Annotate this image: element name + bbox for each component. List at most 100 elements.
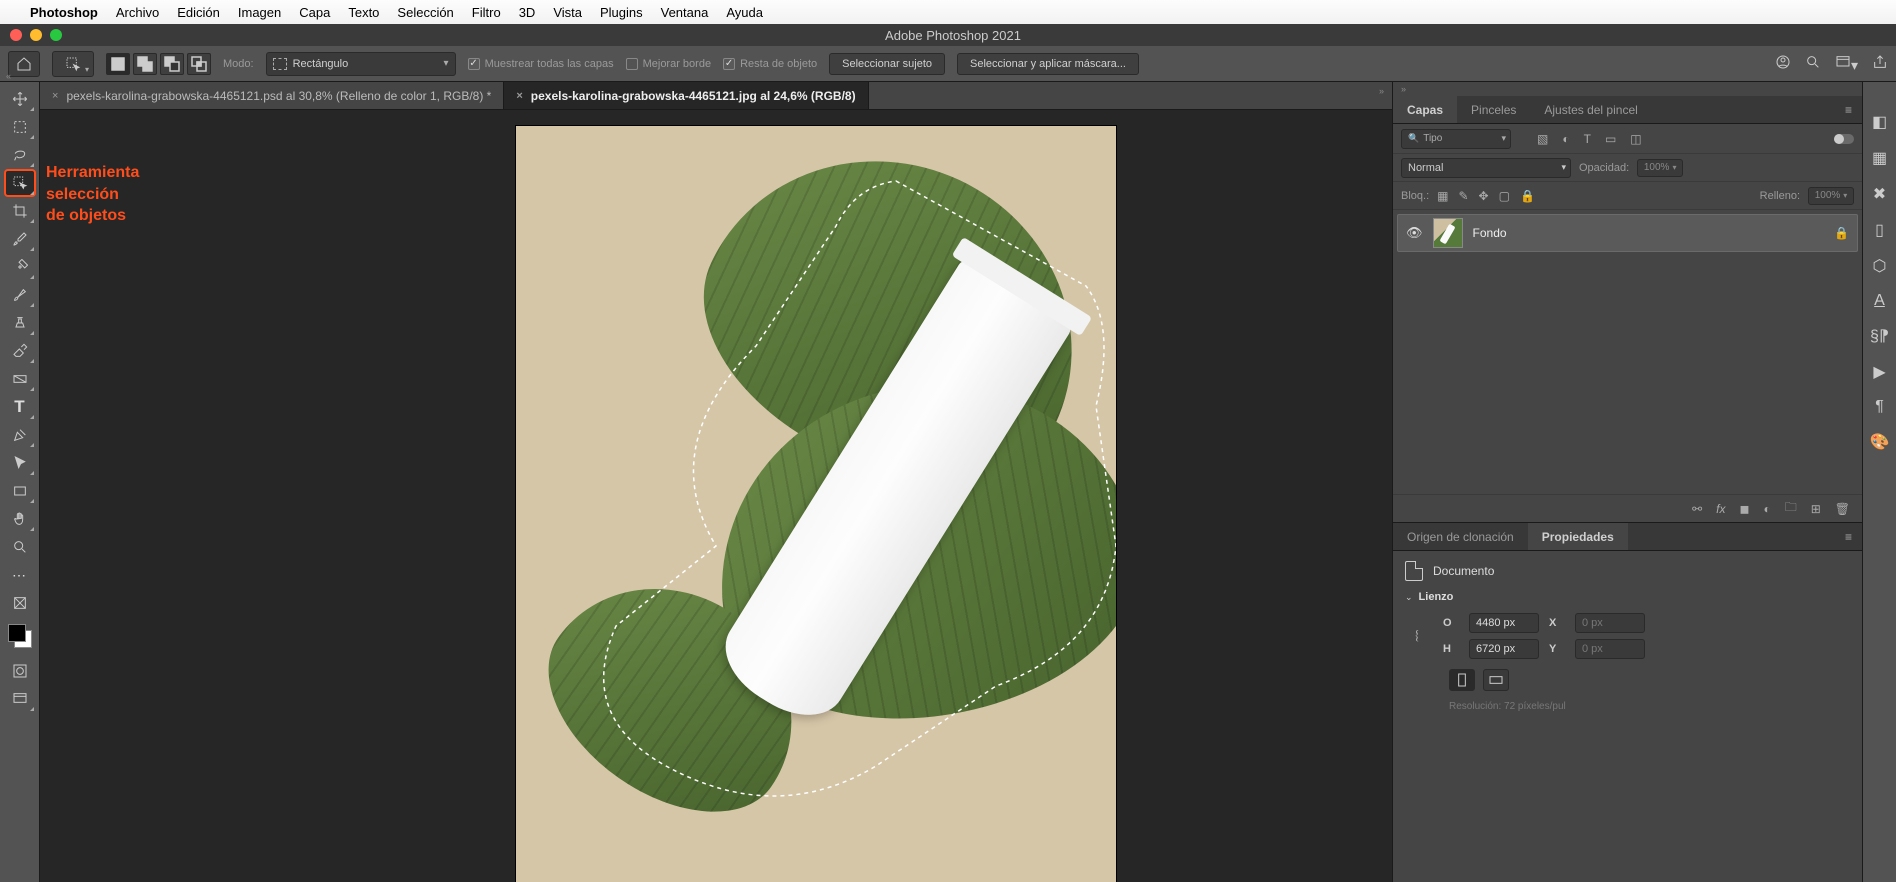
lock-brush-icon[interactable]: ✎	[1458, 189, 1468, 203]
fill-value-input[interactable]: 100%	[1808, 187, 1854, 205]
clone-stamp-tool[interactable]	[5, 310, 35, 336]
canvas-viewport[interactable]	[40, 110, 1392, 882]
libraries-panel-icon[interactable]: ▯	[1875, 220, 1884, 240]
swatches-panel-icon[interactable]: ▦	[1872, 148, 1887, 168]
menu-ayuda[interactable]: Ayuda	[726, 5, 763, 20]
paragraph2-panel-icon[interactable]: ¶	[1875, 398, 1884, 416]
tab-origen-clonacion[interactable]: Origen de clonación	[1393, 523, 1528, 550]
select-and-mask-button[interactable]: Seleccionar y aplicar máscara...	[957, 53, 1139, 75]
menu-seleccion[interactable]: Selección	[397, 5, 453, 20]
canvas-section-toggle[interactable]: ⌄ Lienzo	[1405, 591, 1850, 603]
search-icon[interactable]	[1805, 54, 1821, 73]
menu-3d[interactable]: 3D	[519, 5, 536, 20]
app-menu[interactable]: Photoshop	[30, 5, 98, 20]
selection-intersect-button[interactable]	[187, 53, 211, 75]
actions-panel-icon[interactable]: ▶	[1873, 362, 1885, 382]
color-panel-icon[interactable]: ◧	[1872, 112, 1887, 132]
menu-capa[interactable]: Capa	[299, 5, 330, 20]
delete-layer-icon[interactable]: 🗑	[1835, 502, 1850, 516]
link-layers-icon[interactable]: ⚯	[1692, 502, 1702, 516]
menu-ventana[interactable]: Ventana	[661, 5, 709, 20]
lock-artboard-icon[interactable]: ▢	[1499, 189, 1510, 203]
home-button[interactable]	[8, 51, 40, 77]
character-panel-icon[interactable]: A	[1874, 292, 1885, 310]
collapse-panels-icon[interactable]: »	[1393, 82, 1862, 96]
width-input[interactable]: 4480 px	[1469, 613, 1539, 633]
menu-imagen[interactable]: Imagen	[238, 5, 281, 20]
layer-filter-dropdown[interactable]: Tipo	[1401, 129, 1511, 149]
cloud-docs-icon[interactable]	[1775, 54, 1791, 73]
portrait-orientation-button[interactable]	[1449, 669, 1475, 691]
menu-edicion[interactable]: Edición	[177, 5, 220, 20]
move-tool[interactable]	[5, 86, 35, 112]
add-mask-icon[interactable]: ◼	[1739, 502, 1749, 516]
filter-toggle[interactable]	[1834, 134, 1854, 144]
selection-new-button[interactable]	[106, 53, 130, 75]
object-selection-tool[interactable]	[5, 170, 35, 196]
crop-tool[interactable]	[5, 198, 35, 224]
menu-plugins[interactable]: Plugins	[600, 5, 643, 20]
lock-all-icon[interactable]: 🔒	[1520, 189, 1535, 203]
menu-archivo[interactable]: Archivo	[116, 5, 159, 20]
blend-mode-dropdown[interactable]: Normal	[1401, 158, 1571, 178]
eyedropper-tool[interactable]	[5, 226, 35, 252]
edit-toolbar[interactable]: ⋯	[5, 562, 35, 588]
type-tool[interactable]: T	[5, 394, 35, 420]
select-subject-button[interactable]: Seleccionar sujeto	[829, 53, 945, 75]
filter-pixel-icon[interactable]: ▧	[1537, 132, 1548, 146]
enhance-edge-checkbox[interactable]: Mejorar borde	[626, 58, 711, 70]
mode-dropdown[interactable]: Rectángulo	[266, 52, 456, 76]
layer-lock-icon[interactable]: 🔒	[1834, 226, 1849, 240]
frame-tool[interactable]	[5, 590, 35, 616]
filter-smart-icon[interactable]: ◫	[1630, 132, 1641, 146]
paragraph-panel-icon[interactable]: §⁋	[1870, 326, 1889, 346]
close-window-button[interactable]	[10, 29, 22, 41]
new-adjustment-icon[interactable]: ◐	[1763, 502, 1770, 516]
lasso-tool[interactable]	[5, 142, 35, 168]
filter-shape-icon[interactable]: ▭	[1605, 132, 1616, 146]
tab-capas[interactable]: Capas	[1393, 96, 1457, 123]
tab-pinceles[interactable]: Pinceles	[1457, 96, 1530, 123]
filter-adjust-icon[interactable]: ◐	[1562, 132, 1569, 146]
rectangle-tool[interactable]	[5, 478, 35, 504]
close-tab-icon[interactable]: ×	[516, 90, 522, 102]
opacity-value-input[interactable]: 100%	[1637, 159, 1683, 177]
color-swatches[interactable]	[8, 624, 32, 648]
zoom-window-button[interactable]	[50, 29, 62, 41]
selection-subtract-button[interactable]	[160, 53, 184, 75]
object-subtract-checkbox[interactable]: ✓Resta de objeto	[723, 58, 817, 70]
canvas[interactable]	[516, 126, 1116, 882]
hand-tool[interactable]	[5, 506, 35, 532]
minimize-window-button[interactable]	[30, 29, 42, 41]
layer-row[interactable]: 👁 Fondo 🔒	[1397, 214, 1858, 252]
styles-panel-icon[interactable]: 🎨	[1870, 432, 1890, 452]
new-group-icon[interactable]: 🗀	[1785, 498, 1797, 519]
gradient-tool[interactable]	[5, 366, 35, 392]
zoom-tool[interactable]	[5, 534, 35, 560]
share-icon[interactable]	[1872, 54, 1888, 73]
menu-texto[interactable]: Texto	[348, 5, 379, 20]
selection-add-button[interactable]	[133, 53, 157, 75]
y-input[interactable]: 0 px	[1575, 639, 1645, 659]
lock-pixels-icon[interactable]: ▦	[1437, 189, 1448, 203]
collapse-tools-icon[interactable]: «	[6, 71, 11, 81]
current-tool-button[interactable]	[52, 51, 94, 77]
layer-style-icon[interactable]: fx	[1716, 502, 1725, 516]
landscape-orientation-button[interactable]	[1483, 669, 1509, 691]
expand-tabs-icon[interactable]: »	[1371, 82, 1392, 109]
marquee-tool[interactable]	[5, 114, 35, 140]
pen-tool[interactable]	[5, 422, 35, 448]
tab-ajustes-pincel[interactable]: Ajustes del pincel	[1530, 96, 1651, 123]
spot-healing-tool[interactable]	[5, 254, 35, 280]
link-dimensions-icon[interactable]: 𝄔	[1415, 628, 1433, 645]
document-tab[interactable]: ×pexels-karolina-grabowska-4465121.psd a…	[40, 82, 504, 109]
new-layer-icon[interactable]: ⊞	[1811, 502, 1821, 516]
height-input[interactable]: 6720 px	[1469, 639, 1539, 659]
panel-menu-icon[interactable]: ≡	[1835, 103, 1862, 117]
3d-panel-icon[interactable]: ⬡	[1873, 256, 1887, 276]
x-input[interactable]: 0 px	[1575, 613, 1645, 633]
panel-menu-icon[interactable]: ≡	[1835, 530, 1862, 544]
quick-mask-toggle[interactable]	[5, 658, 35, 684]
layer-thumbnail[interactable]	[1433, 218, 1463, 248]
visibility-toggle-icon[interactable]: 👁	[1406, 225, 1423, 241]
